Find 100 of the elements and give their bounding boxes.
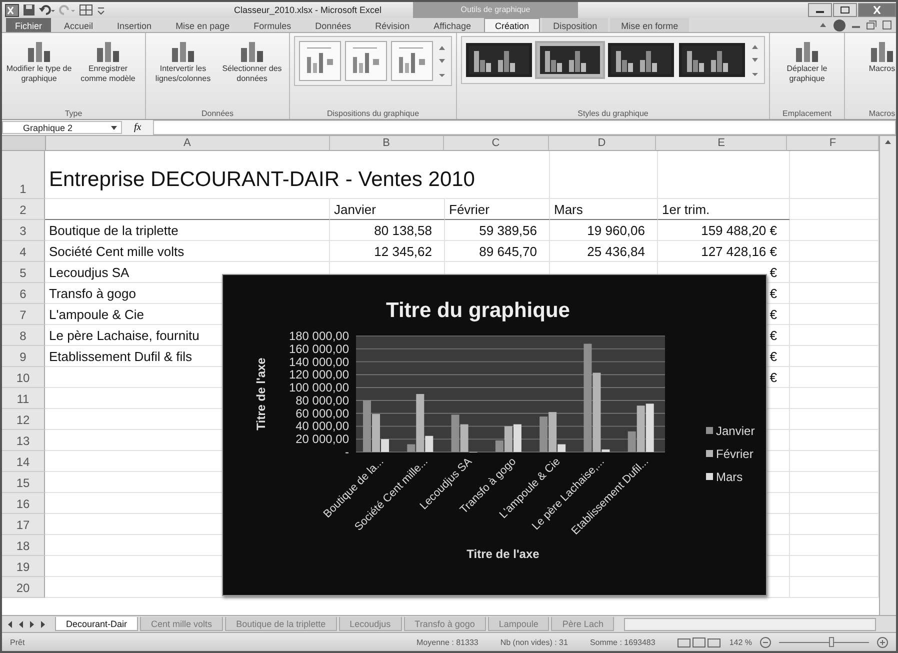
status-statistic: Somme : 1693483 [590,638,656,646]
table-cell: 80 138,58 [330,220,445,241]
column-header[interactable]: B [330,136,444,150]
formula-input[interactable] [153,120,896,135]
ribbon-button[interactable]: Enregistrer comme modèle [75,36,141,86]
axis-tick-label: 120 000,00 [288,368,349,382]
ribbon-tab[interactable]: Mise en forme [610,18,690,32]
ribbon-tab[interactable]: Données [304,18,362,32]
ribbon-button[interactable]: Déplacer le graphique [774,36,840,86]
ribbon-group-label: Macros [868,109,896,118]
vertical-scrollbar[interactable] [879,136,896,615]
row-header[interactable]: 1 [2,151,45,199]
horizontal-scrollbar[interactable] [624,618,876,630]
view-buttons-icon[interactable] [677,636,722,648]
table-cell: 59 389,56 [445,220,550,241]
row-header[interactable]: 2 [2,199,45,220]
ribbon-tab[interactable]: Mise en page [164,18,241,32]
column-header[interactable]: D [548,136,656,150]
table-cell: 1er trim. [658,199,790,220]
table-cell: 19 960,06 [550,220,658,241]
row-header[interactable]: 16 [2,493,45,514]
ribbon-button[interactable]: Intervertir les lignes/colonnes [150,36,216,86]
table-cell: Février [445,199,550,220]
row-header[interactable]: 13 [2,430,45,451]
row-header[interactable]: 5 [2,262,45,283]
row-header[interactable]: 10 [2,367,45,388]
ribbon-button[interactable]: Macros [849,36,896,76]
contextual-tab-header: Outils de graphique [413,2,578,18]
table-cell: Société Cent mille volts [45,241,330,262]
axis-tick-label: - [345,445,349,459]
undo-icon[interactable] [39,4,55,16]
column-header[interactable]: E [656,136,788,150]
row-header[interactable]: 8 [2,325,45,346]
table-cell: 127 428,16 € [658,241,790,262]
ribbon-button[interactable]: Modifier le type de graphique [6,36,72,86]
chart-style-thumbnail[interactable] [537,43,603,77]
row-header[interactable]: 9 [2,346,45,367]
axis-tick-label: 20 000,00 [296,432,349,446]
table-cell: 25 436,84 [550,241,658,262]
table-cell: 159 488,20 € [658,220,790,241]
restore-icon[interactable] [866,20,877,30]
ribbon-group-label: Type [64,109,82,118]
row-header[interactable]: 11 [2,388,45,409]
legend-label: Janvier [716,424,755,438]
row-header[interactable]: 12 [2,409,45,430]
maximize-button[interactable] [833,3,857,17]
minimize-button[interactable] [808,3,832,17]
zoom-percentage[interactable]: 142 % [729,638,752,646]
chart-style-thumbnail[interactable] [466,43,532,77]
axis-tick-label: 80 000,00 [296,393,349,408]
sheet-tab[interactable]: Père Lach [551,617,614,631]
table-cell: 12 345,62 [330,241,445,262]
ribbon-tab[interactable]: Disposition [542,18,608,32]
zoom-in-icon[interactable] [877,636,888,648]
name-box[interactable]: Graphique 2 [2,121,122,134]
save-icon[interactable] [23,4,35,16]
ribbon-tab[interactable]: Formules [242,18,302,32]
chart-layout-thumbnail[interactable] [345,41,387,81]
row-header[interactable]: 15 [2,472,45,493]
chart-style-thumbnail[interactable] [679,43,745,77]
ribbon-tab[interactable]: Accueil [53,18,104,32]
scroll-up-arrow-icon[interactable] [883,138,893,146]
ribbon-group-label: Emplacement [782,109,832,118]
ribbon-tab[interactable]: Fichier [6,18,52,32]
ribbon-group-label: Styles du graphique [578,109,648,118]
zoom-slider-thumb[interactable] [829,636,834,646]
status-mode: Prêt [10,638,25,646]
axis-title: Titre de l'axe [466,547,540,561]
chart-layout-thumbnail[interactable] [391,41,433,81]
row-header[interactable]: 17 [2,514,45,535]
ribbon-tab[interactable]: Révision [364,18,421,32]
ribbon-button[interactable]: Sélectionner des données [219,36,285,86]
table-cell: Boutique de la triplette [45,220,330,241]
row-header[interactable]: 4 [2,241,45,262]
insert-function-button[interactable]: fx [128,122,148,133]
status-statistic: Moyenne : 81333 [416,638,478,646]
row-header[interactable]: 3 [2,220,45,241]
row-header[interactable]: 6 [2,283,45,304]
row-header[interactable]: 20 [2,577,45,598]
row-header[interactable]: 19 [2,556,45,577]
chart-style-thumbnail[interactable] [608,43,674,77]
grid-icon[interactable] [79,4,93,16]
status-statistic: Nb (non vides) : 31 [500,638,568,646]
ribbon-tab[interactable]: Création [484,18,540,32]
spreadsheet-logo-icon[interactable] [5,4,19,16]
row-header[interactable]: 7 [2,304,45,325]
caret-icon [110,124,118,130]
window-title: Classeur_2010.xlsx - Microsoft Excel [234,5,382,15]
chart-layout-thumbnail[interactable] [299,41,341,81]
ribbon-tab[interactable]: Affichage [422,18,482,32]
zoom-out-icon[interactable] [760,636,771,648]
table-cell: Entreprise DECOURANT-DAIR - Ventes 2010 [45,151,550,199]
column-header[interactable]: C [444,136,549,150]
column-header[interactable]: A [46,136,330,150]
sheet-tab[interactable]: Decourant-Dair [55,617,138,631]
row-header[interactable]: 18 [2,535,45,556]
ribbon-tab[interactable]: Insertion [106,18,163,32]
row-header[interactable]: 14 [2,451,45,472]
close-icon[interactable] [882,20,892,30]
close-button[interactable] [858,3,896,17]
